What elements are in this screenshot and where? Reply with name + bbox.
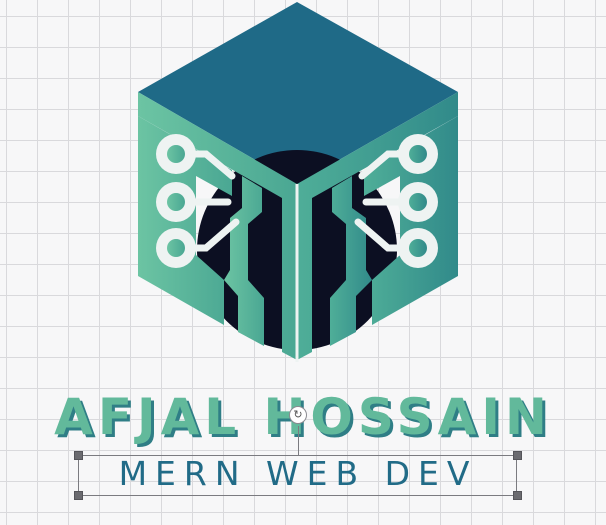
design-canvas[interactable]: AFJAL HOSSAIN MERN WEB DEV ↻: [0, 0, 606, 525]
circuit-cube-icon[interactable]: [0, 0, 606, 380]
rotate-icon[interactable]: ↻: [289, 406, 307, 424]
text-selection-box[interactable]: [78, 455, 517, 496]
resize-handle-bottom-right[interactable]: [513, 491, 522, 500]
resize-handle-bottom-left[interactable]: [74, 491, 83, 500]
rotate-handle-stem: [298, 426, 299, 455]
resize-handle-top-left[interactable]: [74, 451, 83, 460]
resize-handle-top-right[interactable]: [513, 451, 522, 460]
